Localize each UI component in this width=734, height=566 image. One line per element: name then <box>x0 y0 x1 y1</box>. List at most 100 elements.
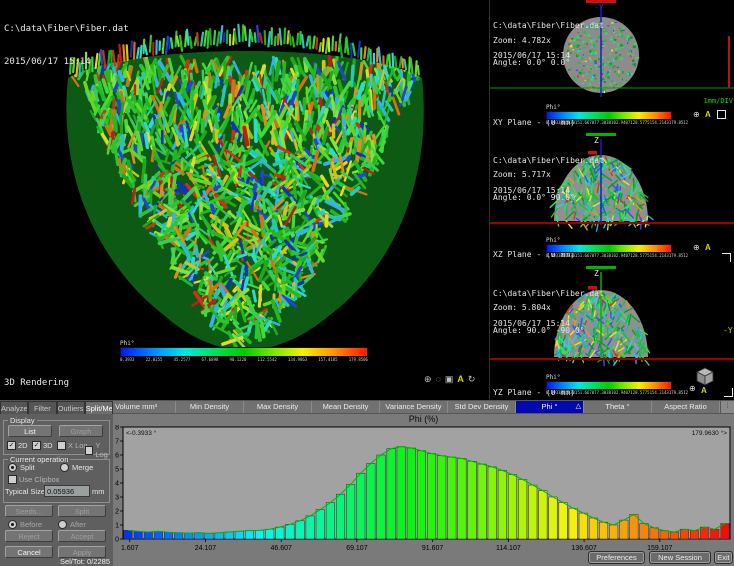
histogram-title: Phi (%) <box>113 414 734 424</box>
svg-text:0: 0 <box>115 537 119 544</box>
radio-label: After <box>70 520 86 529</box>
tab-filter[interactable]: Filter <box>28 401 56 414</box>
cancel-button[interactable]: Cancel <box>5 546 53 558</box>
circle-icon[interactable]: ◌ <box>436 374 445 384</box>
red-crosshair-line <box>490 222 734 224</box>
xy-colorbar: Phi° 0.393326.030151.667077.3038102.9407… <box>546 104 672 126</box>
rotate-icon[interactable]: ↻ <box>468 374 480 384</box>
checkbox-box <box>8 475 17 484</box>
light-icon[interactable]: ⊕ <box>424 374 436 384</box>
3d-rendering-viewport[interactable]: C:\data\Fiber\Fiber.dat 2015/06/17 15:14… <box>0 0 489 400</box>
box-icon[interactable] <box>717 110 726 119</box>
yz-colorbar: Phi° 0.393326.030151.667077.3038102.9407… <box>546 374 672 396</box>
new-session-button[interactable]: New Session <box>649 551 711 564</box>
svg-text:24.107: 24.107 <box>195 545 217 552</box>
split-merge-panel: Analyze Filter Outliers Split/Merge Disp… <box>0 401 113 566</box>
svg-text:<-0.3933 °: <-0.3933 ° <box>126 429 157 437</box>
column-aspect-ratio[interactable]: Aspect Ratio <box>652 401 720 413</box>
file-path: C:\data\Fiber\Fiber.dat <box>4 24 129 35</box>
target-icon[interactable]: ⊕ <box>693 243 700 252</box>
svg-text:1.607: 1.607 <box>121 545 139 552</box>
column-variance-density[interactable]: Variance Density <box>380 401 448 413</box>
accept-button[interactable]: Accept <box>58 530 106 542</box>
analysis-panel: Analyze Filter Outliers Split/Merge Disp… <box>0 400 734 566</box>
xz-slice-view[interactable]: Z C:\data\Fiber\Fiber.dat 2015/06/17 15:… <box>490 133 734 266</box>
radio-before[interactable]: Before <box>8 520 42 529</box>
column-volume[interactable]: Volume mm³ <box>113 401 176 413</box>
target-icon[interactable]: ⊕ <box>689 384 696 393</box>
target-icon[interactable]: ⊕ <box>693 110 700 119</box>
annotation-icon[interactable]: A <box>457 374 468 384</box>
cube-view-icon[interactable] <box>695 366 715 386</box>
angle-readout: Angle: 0.0° 0.0° <box>493 58 570 68</box>
camera-icon[interactable]: ▣ <box>445 374 458 384</box>
sort-triangle-icon[interactable]: △ <box>576 401 581 413</box>
svg-text:1: 1 <box>115 523 119 530</box>
measurement-columns-header: Volume mm³ Min Density Max Density Mean … <box>113 401 734 414</box>
typical-size-input[interactable] <box>44 485 90 497</box>
svg-text:46.607: 46.607 <box>270 545 292 552</box>
header-scroll-nub[interactable]: ⁞ <box>720 401 734 413</box>
colorbar-label: Phi° <box>546 374 672 381</box>
angle-readout: Angle: 90.0° -90.0° <box>493 326 585 336</box>
radio-merge[interactable]: Merge <box>60 463 93 472</box>
phi-histogram[interactable]: 0123456781.60724.10746.60769.10791.60711… <box>113 425 734 566</box>
annotation-icon[interactable]: A <box>705 110 711 119</box>
svg-text:114.107: 114.107 <box>496 545 521 552</box>
xy-slice-view[interactable]: -Y C:\data\Fiber\Fiber.dat 2015/06/17 15… <box>490 0 734 133</box>
reject-button[interactable]: Reject <box>5 530 53 542</box>
checkbox-ylog[interactable]: Y Log <box>85 441 113 459</box>
column-std-dev-density[interactable]: Std Dev Density <box>448 401 516 413</box>
red-crosshair-line <box>490 358 734 360</box>
split-button[interactable]: Split <box>58 505 106 517</box>
column-theta[interactable]: Theta ° <box>584 401 652 413</box>
annotation-icon[interactable]: A <box>705 243 711 252</box>
scale-per-div-label: 1mm/DIV <box>703 97 733 105</box>
checkbox-xlog[interactable]: X Log <box>57 441 88 450</box>
checkbox-box <box>85 446 93 455</box>
corner-bracket-icon <box>722 253 731 262</box>
annotation-icon[interactable]: A <box>701 386 707 395</box>
file-path: C:\data\Fiber\Fiber.dat <box>493 156 604 166</box>
checkbox-use-clipbox[interactable]: Use Clipbox <box>8 475 59 484</box>
checkbox-label: Use Clipbox <box>19 475 59 484</box>
axis-label-right: -Y <box>723 326 733 336</box>
column-min-density[interactable]: Min Density <box>176 401 244 413</box>
tab-split-merge[interactable]: Split/Merge <box>85 401 113 414</box>
tab-outliers[interactable]: Outliers <box>57 401 85 414</box>
file-path: C:\data\Fiber\Fiber.dat <box>493 289 604 299</box>
checkbox-3d[interactable]: ✓3D <box>32 441 53 450</box>
svg-text:179.9630 °>: 179.9630 °> <box>692 429 728 437</box>
radio-dot <box>58 520 67 529</box>
exit-button[interactable]: Exit <box>714 551 733 564</box>
typical-size-label: Typical Size <box>5 487 45 496</box>
checkbox-label: 2D <box>18 441 28 450</box>
list-button[interactable]: List <box>8 425 52 437</box>
svg-text:8: 8 <box>115 425 119 432</box>
graph-button[interactable]: Graph <box>59 425 103 437</box>
checkbox-2d[interactable]: ✓2D <box>7 441 28 450</box>
checkbox-box <box>57 441 66 450</box>
checkmark-icon: ✓ <box>32 441 41 450</box>
tab-analyze[interactable]: Analyze <box>0 401 28 414</box>
colorbar-label: Phi° <box>546 237 672 244</box>
column-phi-selected[interactable]: Phi °△ <box>516 401 584 413</box>
radio-dot <box>8 463 17 472</box>
yz-slice-view[interactable]: Z -Y C:\data\Fiber\Fiber.dat 2015/06/17 … <box>490 266 734 400</box>
xz-colorbar: Phi° 0.393326.030151.667077.3038102.9407… <box>546 237 672 259</box>
view-label: 3D Rendering <box>4 378 96 389</box>
svg-text:7: 7 <box>115 439 119 446</box>
radio-label: Merge <box>72 463 93 472</box>
radio-dot <box>8 520 17 529</box>
seeds-button[interactable]: Seeds... <box>5 505 53 517</box>
phi-colorbar: Phi° 0.393322.825545.257767.689890.12201… <box>120 340 368 363</box>
colorbar-ticks: 0.393326.030151.667077.3038102.9407128.5… <box>546 390 672 396</box>
colorbar-label: Phi° <box>546 104 672 111</box>
radio-split[interactable]: Split <box>8 463 35 472</box>
column-mean-density[interactable]: Mean Density <box>312 401 380 413</box>
colorbar-gradient <box>546 381 672 390</box>
radio-after[interactable]: After <box>58 520 86 529</box>
colorbar-gradient <box>546 111 672 120</box>
preferences-button[interactable]: Preferences <box>588 551 645 564</box>
column-max-density[interactable]: Max Density <box>244 401 312 413</box>
